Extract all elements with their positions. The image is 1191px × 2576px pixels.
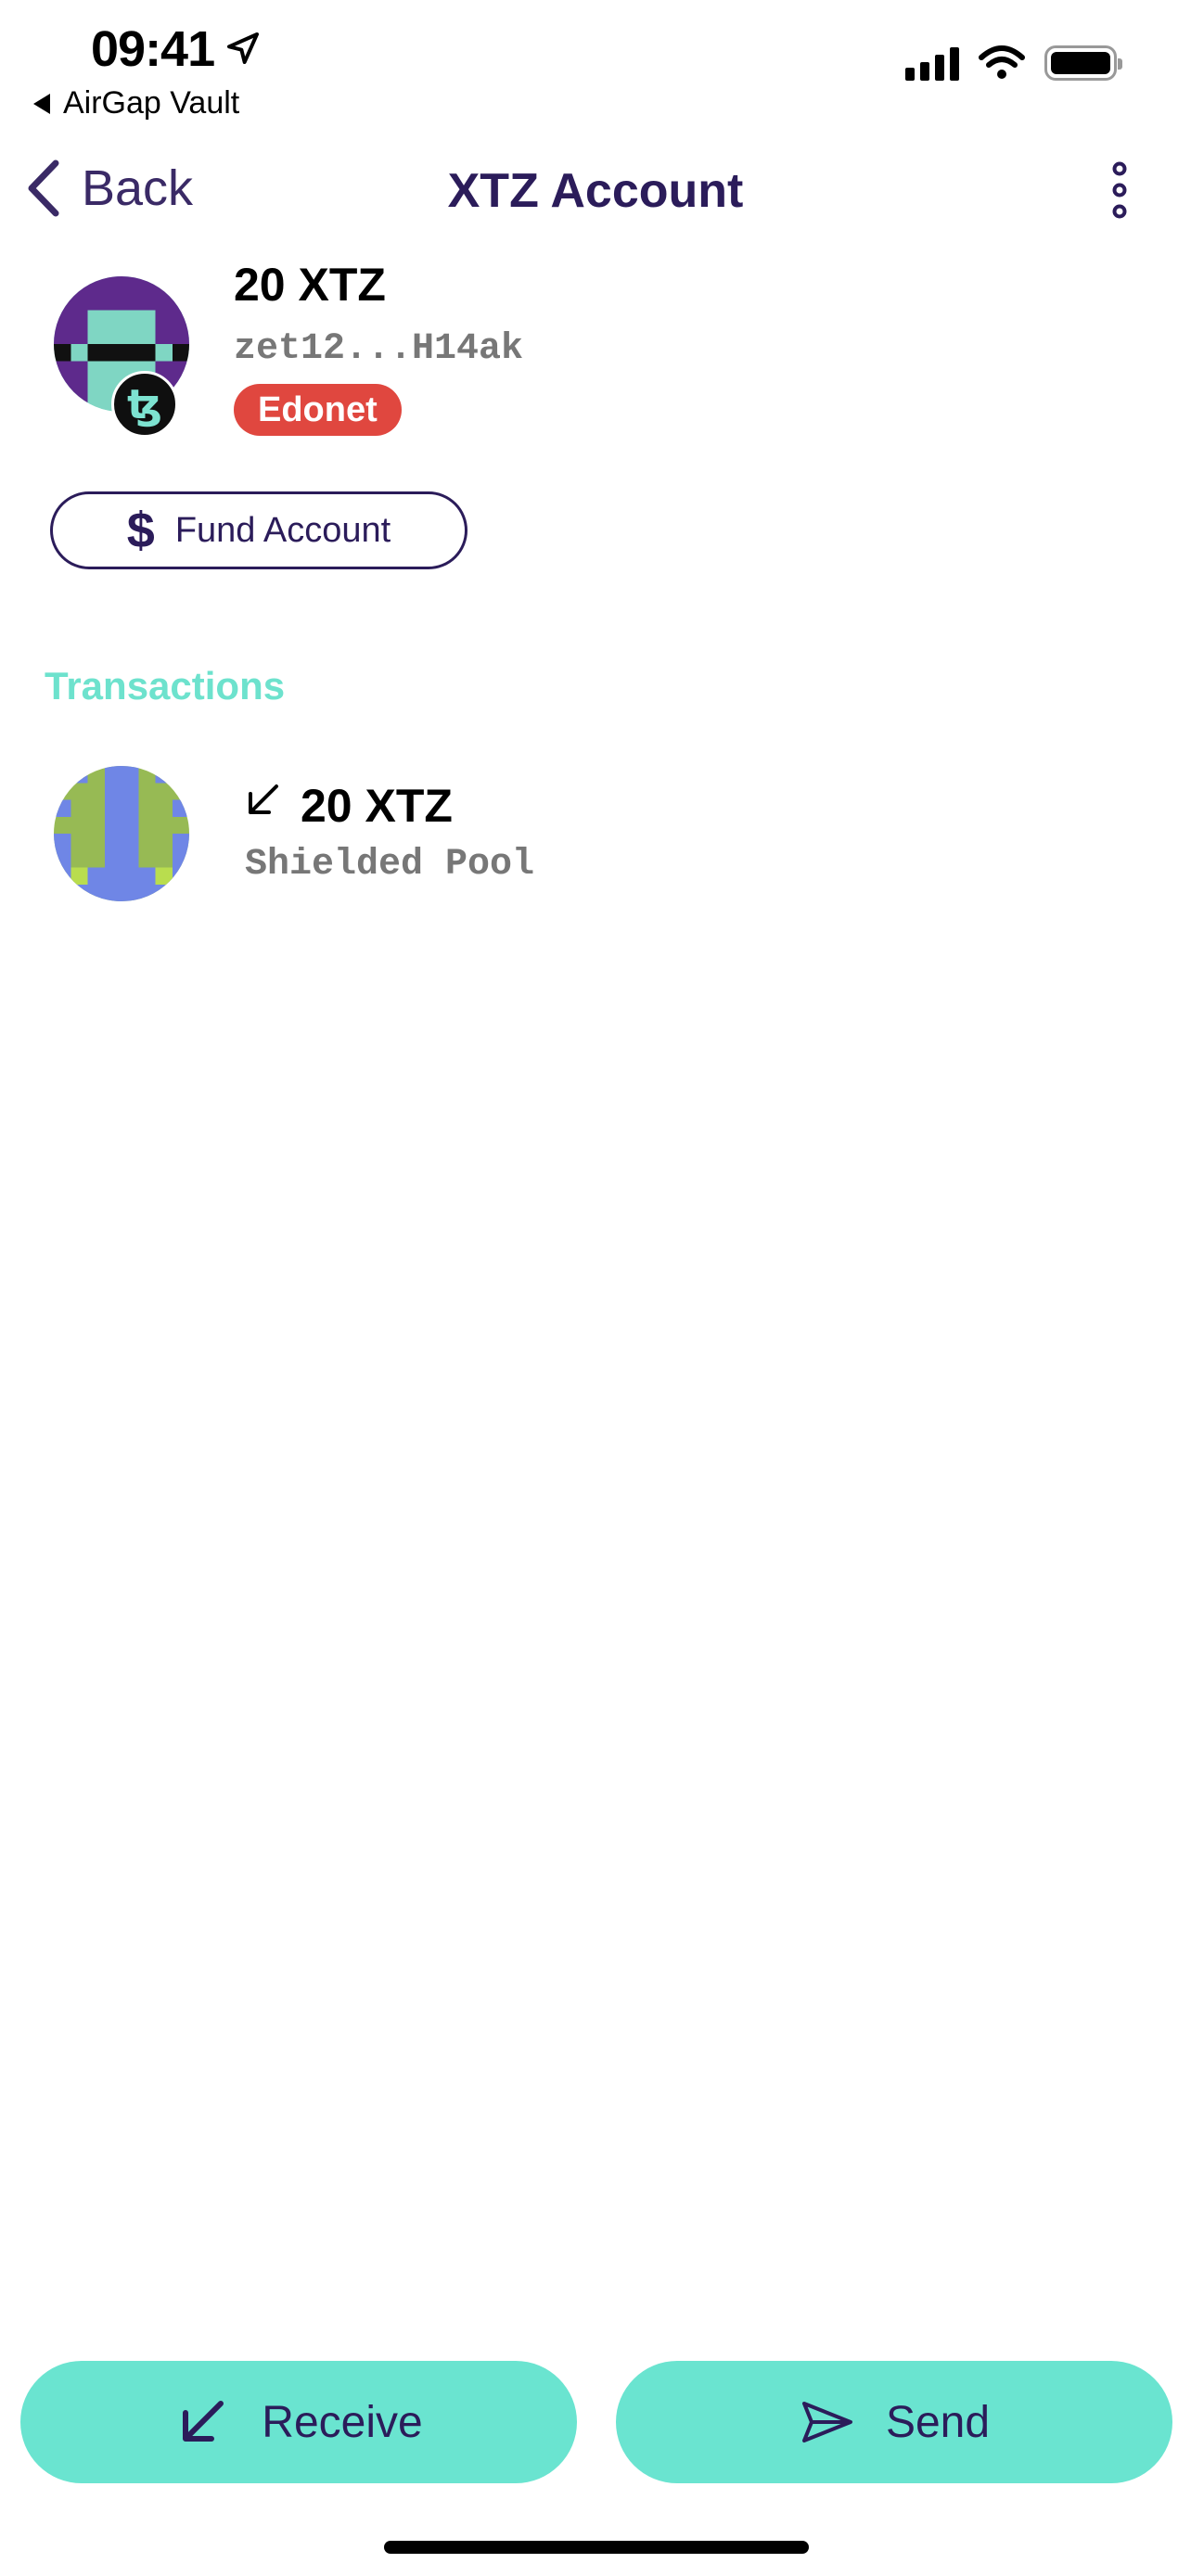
arrow-down-left-icon <box>183 2401 224 2442</box>
tezos-icon: ꜩ <box>111 371 178 438</box>
receive-button[interactable]: Receive <box>20 2361 577 2483</box>
page-title: XTZ Account <box>447 164 744 218</box>
status-bar: 09:41 AirGap Vault <box>0 0 1191 130</box>
location-arrow-icon <box>227 32 259 64</box>
send-button[interactable]: Send <box>616 2361 1172 2483</box>
fund-account-button[interactable]: $ Fund Account <box>50 491 467 569</box>
send-label: Send <box>885 2397 991 2447</box>
status-icons <box>905 45 1122 82</box>
battery-icon <box>1044 45 1122 81</box>
fund-account-label: Fund Account <box>174 510 391 550</box>
account-balance: 20 XTZ <box>234 259 386 311</box>
transaction-amount: 20 XTZ <box>301 780 453 832</box>
more-vertical-icon[interactable] <box>1106 161 1133 219</box>
transaction-identicon <box>54 766 189 901</box>
network-badge: Edonet <box>234 384 402 436</box>
cellular-signal-icon <box>905 45 959 81</box>
transaction-description: Shielded Pool <box>245 844 535 886</box>
transactions-section-title: Transactions <box>45 664 286 708</box>
receive-label: Receive <box>262 2397 423 2447</box>
back-triangle-icon <box>33 93 50 114</box>
account-avatar: ꜩ <box>54 276 189 438</box>
transaction-row[interactable]: 20 XTZ Shielded Pool <box>45 760 1148 909</box>
paper-plane-icon <box>801 2402 852 2442</box>
wifi-icon <box>979 45 1025 79</box>
arrow-down-left-icon <box>249 784 278 814</box>
dollar-icon: $ <box>126 503 155 558</box>
account-address: zet12...H14ak <box>234 328 524 370</box>
status-time: 09:41 <box>91 21 215 77</box>
return-to-app-link[interactable]: AirGap Vault <box>33 85 239 121</box>
home-indicator[interactable] <box>384 2541 809 2554</box>
return-app-label: AirGap Vault <box>63 85 240 121</box>
